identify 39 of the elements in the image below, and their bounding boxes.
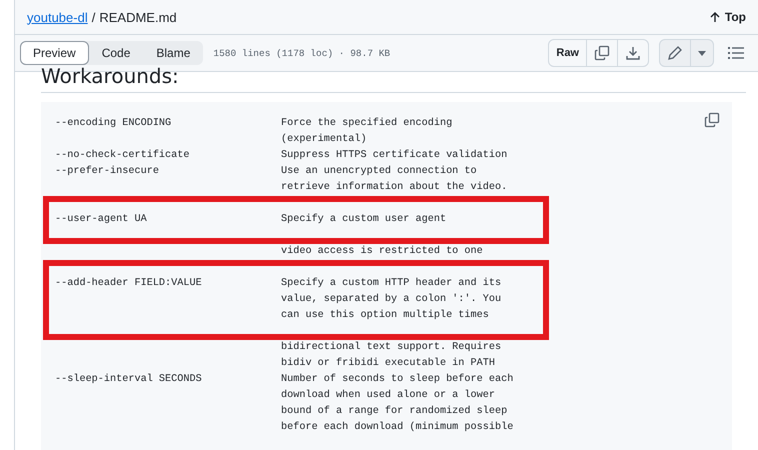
option-name: --prefer-insecure <box>55 166 159 177</box>
option-description: bidirectional text support. Requires <box>281 340 502 355</box>
option-name: --user-agent UA <box>55 214 147 225</box>
arrow-up-icon <box>710 12 720 22</box>
option-description: value, separated by a colon ':'. You <box>281 292 502 307</box>
list-icon <box>728 46 744 60</box>
option-description: Specify a custom HTTP header and its <box>281 276 502 291</box>
option-description: Number of seconds to sleep before each <box>281 372 514 387</box>
copy-icon <box>594 45 610 61</box>
path-separator: / <box>92 10 96 24</box>
repo-link[interactable]: youtube-dl <box>27 10 88 24</box>
option-description: bound of a range for randomized sleep <box>281 404 508 419</box>
option-description: Specify a custom user agent <box>281 212 446 227</box>
section-heading: Workarounds: <box>41 64 746 93</box>
option-description: video access is restricted to one <box>281 244 483 259</box>
view-tab[interactable]: Blame <box>143 41 204 65</box>
option-name: --encoding ENCODING <box>55 118 172 129</box>
copy-icon <box>704 112 720 128</box>
option-name: --no-check-certificate <box>55 150 190 161</box>
option-description: bidiv or fribidi executable in PATH <box>281 356 495 371</box>
copy-code-button[interactable] <box>704 112 720 128</box>
option-name: --add-header FIELD:VALUE <box>55 278 202 289</box>
file-name: README.md <box>99 10 177 24</box>
view-tab[interactable]: Preview <box>20 41 89 65</box>
pencil-icon <box>667 45 683 61</box>
option-description: (experimental) <box>281 132 367 147</box>
option-description: retrieve information about the video. <box>281 180 508 195</box>
view-tab[interactable]: Code <box>88 41 144 65</box>
caret-icon <box>698 50 706 56</box>
option-description: Use an unencrypted connection to <box>281 164 477 179</box>
option-description: Suppress HTTPS certificate validation <box>281 148 508 163</box>
file-info: 1580 lines (1178 loc) · 98.7 KB <box>213 48 390 58</box>
top-button[interactable]: Top <box>710 10 746 24</box>
download-icon <box>625 45 641 61</box>
option-description: Force the specified encoding <box>281 116 452 131</box>
option-description: download when used alone or a lower <box>281 388 495 403</box>
option-description: can use this option multiple times <box>281 308 489 323</box>
option-name: --sleep-interval SECONDS <box>55 374 202 385</box>
option-description: before each download (minimum possible <box>281 420 514 435</box>
